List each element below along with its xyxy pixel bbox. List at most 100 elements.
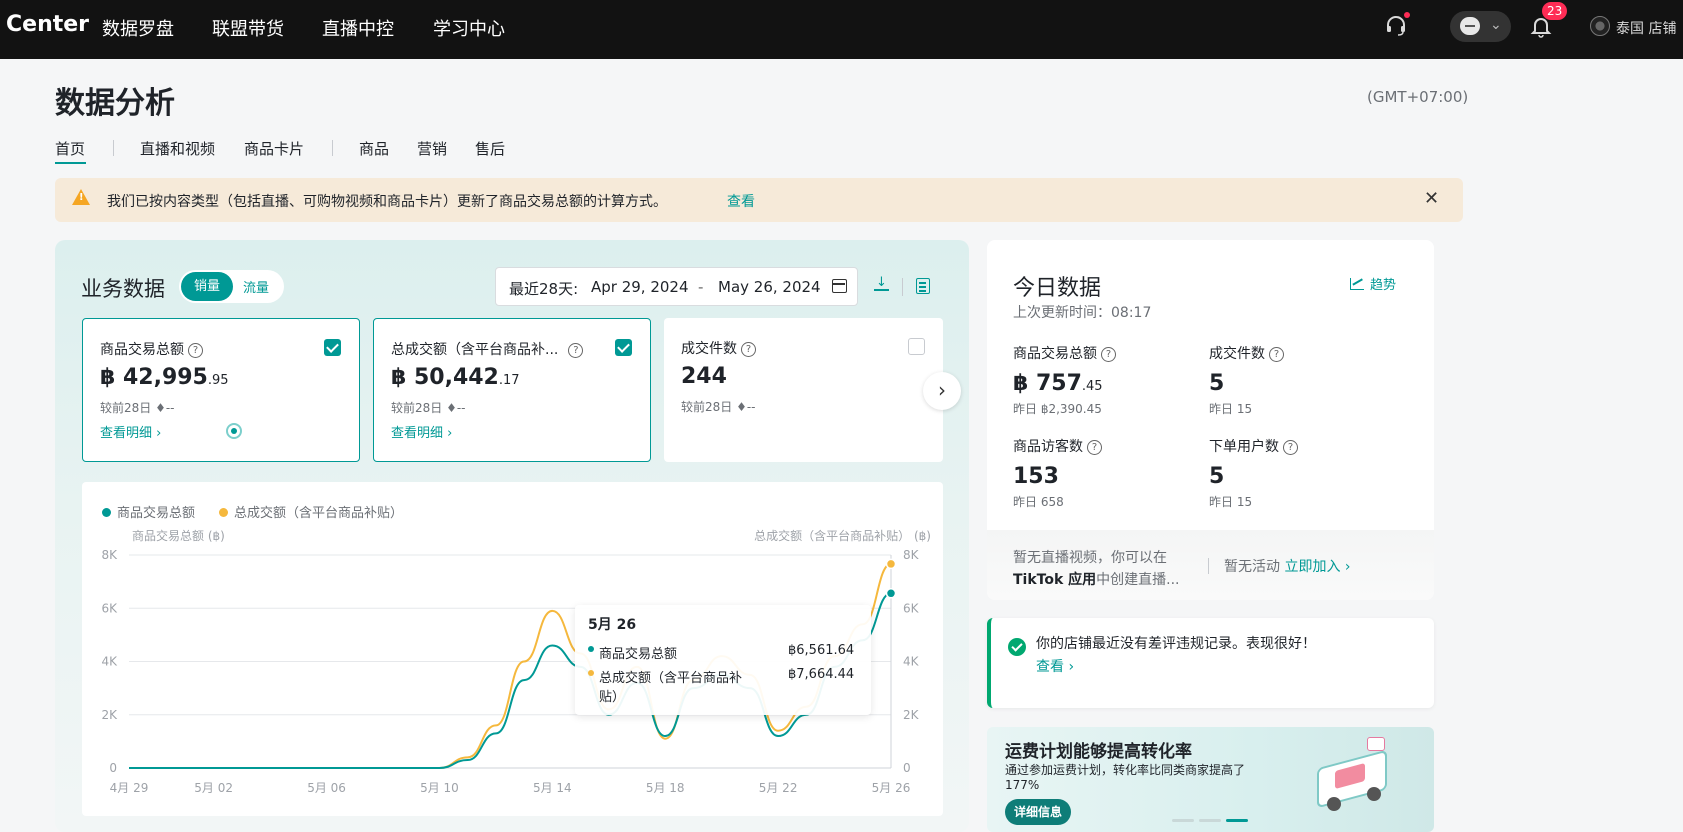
toggle-traffic[interactable]: 流量 <box>243 277 269 296</box>
nav-learning-center[interactable]: 学习中心 <box>433 15 505 41</box>
tab-marketing[interactable]: 营销 <box>417 138 447 159</box>
today-metric-gmv: 商品交易总额? ฿ 757.45 昨日 ฿2,390.45 <box>1013 343 1116 417</box>
trend-link[interactable]: 趋势 <box>1350 274 1396 293</box>
store-name[interactable]: 泰国 店铺 <box>1616 18 1676 38</box>
today-metric-buyers: 下单用户数? 5 昨日 15 <box>1209 436 1298 510</box>
metric-checkbox[interactable] <box>615 339 632 356</box>
metric-value: 244 <box>681 364 727 389</box>
promo-details-button[interactable]: 详细信息 <box>1005 799 1072 825</box>
toggle-sales[interactable]: 销量 <box>181 272 233 301</box>
notice-banner: ! 我们已按内容类型（包括直播、可购物视频和商品卡片）更新了商品交易总额的计算方… <box>55 178 1463 222</box>
delivery-truck-illustration <box>1307 737 1402 817</box>
x-tick-label: 5月 26 <box>872 781 911 795</box>
metric-value: ฿ 50,442.17 <box>391 365 520 390</box>
x-tick-label: 4月 29 <box>110 781 149 795</box>
date-range-picker[interactable]: 最近28天: Apr 29, 2024 - May 26, 2024 <box>495 267 858 306</box>
close-icon[interactable]: ✕ <box>1424 188 1439 209</box>
business-data-title: 业务数据 <box>81 277 165 301</box>
notice-text: 我们已按内容类型（包括直播、可购物视频和商品卡片）更新了商品交易总额的计算方式。 <box>107 194 667 210</box>
promo-title: 运费计划能够提高转化率 <box>1005 742 1192 762</box>
metric-label: 总成交额（含平台商品补...? <box>391 339 584 359</box>
x-tick-label: 5月 14 <box>533 781 572 795</box>
tooltip-dot <box>588 646 594 652</box>
y-tick-label-left: 0 <box>109 761 117 775</box>
today-data-panel: 今日数据 趋势 上次更新时间：08:17 商品交易总额? ฿ 757.45 昨日… <box>987 240 1434 600</box>
timezone-label: (GMT+07:00) <box>1367 88 1469 106</box>
y-tick-label-right: 4K <box>903 655 920 669</box>
metric-card-items-sold[interactable]: 成交件数? 244 较前28日 ♦-- <box>664 318 943 462</box>
chat-menu-button[interactable]: ⌄ <box>1450 11 1511 42</box>
report-document-icon[interactable] <box>916 278 930 294</box>
brand-logo[interactable]: Center <box>6 12 89 37</box>
question-icon[interactable]: ? <box>1269 347 1284 362</box>
nav-live-control[interactable]: 直播中控 <box>322 15 394 41</box>
series-point <box>885 588 897 599</box>
page-title: 数据分析 <box>55 86 175 121</box>
nav-affiliate[interactable]: 联盟带货 <box>212 15 284 41</box>
shipping-promo-banner[interactable]: 运费计划能够提高转化率 通过参加运费计划，转化率比同类商家提高了177% 详细信… <box>987 727 1434 832</box>
view-details-link[interactable]: 查看明细 › <box>100 422 161 441</box>
question-icon[interactable]: ? <box>741 342 756 357</box>
tab-live-and-video[interactable]: 直播和视频 <box>140 138 215 159</box>
series-point <box>885 558 897 570</box>
carousel-dot[interactable] <box>1199 819 1221 822</box>
question-icon[interactable]: ? <box>188 343 203 358</box>
view-details-link[interactable]: 查看明细 › <box>391 422 452 441</box>
carousel-dot[interactable] <box>1172 819 1194 822</box>
x-tick-label: 5月 22 <box>759 781 798 795</box>
y-tick-label-right: 8K <box>903 548 920 562</box>
cursor-indicator <box>226 423 242 439</box>
metric-label: 商品交易总额? <box>100 339 203 359</box>
chevron-down-icon: ⌄ <box>1490 17 1502 33</box>
download-icon[interactable]: ↓ <box>874 275 889 293</box>
metric-compare: 较前28日 ♦-- <box>681 400 756 414</box>
trend-chart-icon <box>1350 278 1364 290</box>
question-icon[interactable]: ? <box>568 343 584 358</box>
y-tick-label-right: 2K <box>903 708 920 722</box>
support-unread-dot <box>1404 12 1410 18</box>
tab-products[interactable]: 商品 <box>359 138 389 159</box>
sales-traffic-toggle: 销量 流量 <box>179 270 284 303</box>
tab-divider <box>113 140 114 156</box>
tooltip-date: 5月 26 <box>588 617 637 633</box>
headset-support-icon[interactable] <box>1385 14 1407 43</box>
date-start[interactable]: Apr 29, 2024 <box>591 278 689 296</box>
tab-product-card[interactable]: 商品卡片 <box>244 138 304 159</box>
metric-card-total-sales[interactable]: 总成交额（含平台商品补...? ฿ 50,442.17 较前28日 ♦-- 查看… <box>373 318 651 462</box>
strip-divider <box>1208 558 1209 574</box>
live-video-hint: 暂无直播视频，你可以在 TikTok 应用中创建直播... <box>1013 550 1180 588</box>
shop-status-view-link[interactable]: 查看 › <box>1036 656 1074 676</box>
question-icon[interactable]: ? <box>1087 440 1102 455</box>
tab-after-sales[interactable]: 售后 <box>475 138 505 159</box>
today-title: 今日数据 <box>1013 276 1102 301</box>
top-navigation-bar: Center 数据罗盘 联盟带货 直播中控 学习中心 ⌄ 23 泰国 店铺 <box>0 0 1683 59</box>
notice-view-link[interactable]: 查看 <box>727 191 755 211</box>
shop-status-text: 你的店铺最近没有差评违规记录。表现很好！ <box>1036 636 1316 652</box>
metric-card-gmv[interactable]: 商品交易总额? ฿ 42,995.95 较前28日 ♦-- 查看明细 › <box>82 318 360 462</box>
calendar-icon[interactable] <box>832 279 847 293</box>
store-avatar[interactable] <box>1590 16 1610 36</box>
y-tick-label-left: 6K <box>101 601 118 615</box>
metric-label: 成交件数? <box>681 338 756 358</box>
tooltip-row-total-sales: 总成交额（含平台商品补贴） ฿7,664.44 <box>588 667 854 705</box>
tab-divider <box>332 140 333 156</box>
metric-checkbox[interactable] <box>324 339 341 356</box>
promo-subtitle: 通过参加运费计划，转化率比同类商家提高了177% <box>1005 763 1246 792</box>
date-separator: - <box>698 278 704 296</box>
metric-value: ฿ 42,995.95 <box>100 365 229 390</box>
nav-data-compass[interactable]: 数据罗盘 <box>102 15 174 41</box>
date-end[interactable]: May 26, 2024 <box>718 278 821 296</box>
metric-compare: 较前28日 ♦-- <box>391 401 466 415</box>
chart-tooltip: 5月 26 商品交易总额 ฿6,561.64 总成交额（含平台商品补贴） ฿7,… <box>575 605 871 715</box>
tab-home[interactable]: 首页 <box>55 138 85 159</box>
x-tick-label: 5月 10 <box>420 781 459 795</box>
next-cards-button[interactable]: › <box>923 372 961 410</box>
question-icon[interactable]: ? <box>1101 347 1116 362</box>
notification-count-badge: 23 <box>1542 2 1568 20</box>
carousel-dot-active[interactable] <box>1226 819 1248 822</box>
tooltip-dot <box>588 670 594 676</box>
question-icon[interactable]: ? <box>1283 440 1298 455</box>
last-updated: 上次更新时间：08:17 <box>1013 305 1152 321</box>
metric-checkbox[interactable] <box>908 338 925 355</box>
join-now-link[interactable]: 立即加入 › <box>1284 559 1350 575</box>
